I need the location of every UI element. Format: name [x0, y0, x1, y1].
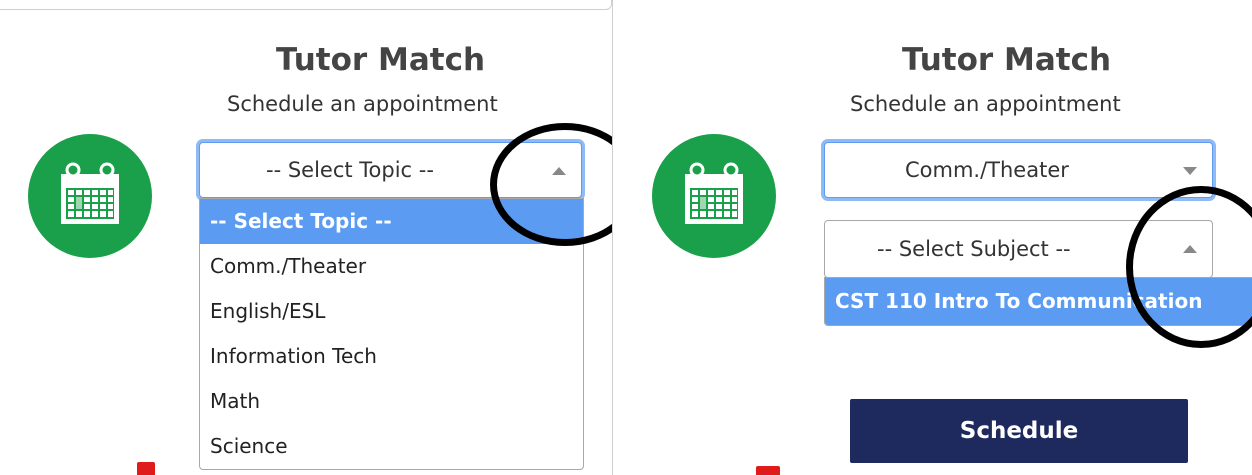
panel-top-border — [0, 0, 612, 10]
subject-select-value: -- Select Subject -- — [877, 237, 1071, 261]
topic-option-science[interactable]: Science — [200, 424, 583, 469]
schedule-button[interactable]: Schedule — [850, 399, 1188, 463]
chevron-down-icon — [1183, 167, 1197, 175]
app-title: Tutor Match — [902, 42, 1112, 78]
topic-select[interactable]: Comm./Theater — [824, 142, 1213, 198]
red-marker — [756, 466, 780, 475]
topic-option-select-topic[interactable]: -- Select Topic -- — [200, 199, 583, 244]
right-screenshot-panel: Tutor Match Schedule an appointment Comm… — [628, 0, 1252, 475]
topic-option-information-tech[interactable]: Information Tech — [200, 334, 583, 379]
topic-option-math[interactable]: Math — [200, 379, 583, 424]
calendar-icon — [652, 134, 776, 258]
subject-option-cst-110[interactable]: CST 110 Intro To Communication — [825, 278, 1252, 325]
chevron-up-icon — [552, 167, 566, 175]
topic-select-value: -- Select Topic -- — [266, 158, 434, 182]
calendar-icon — [28, 134, 152, 258]
app-subtitle: Schedule an appointment — [227, 92, 498, 116]
app-subtitle: Schedule an appointment — [850, 92, 1121, 116]
subject-select[interactable]: -- Select Subject -- — [824, 220, 1213, 278]
chevron-up-icon — [1183, 245, 1197, 253]
subject-dropdown-list: CST 110 Intro To Communication — [824, 277, 1252, 326]
topic-select-value: Comm./Theater — [905, 158, 1069, 182]
topic-select[interactable]: -- Select Topic -- — [199, 142, 582, 198]
topic-dropdown-list: -- Select Topic -- Comm./Theater English… — [199, 198, 584, 470]
left-screenshot-panel: Tutor Match Schedule an appointment -- S… — [0, 0, 613, 475]
app-title: Tutor Match — [276, 42, 486, 78]
topic-option-english-esl[interactable]: English/ESL — [200, 289, 583, 334]
topic-option-comm-theater[interactable]: Comm./Theater — [200, 244, 583, 289]
red-marker — [137, 462, 155, 475]
